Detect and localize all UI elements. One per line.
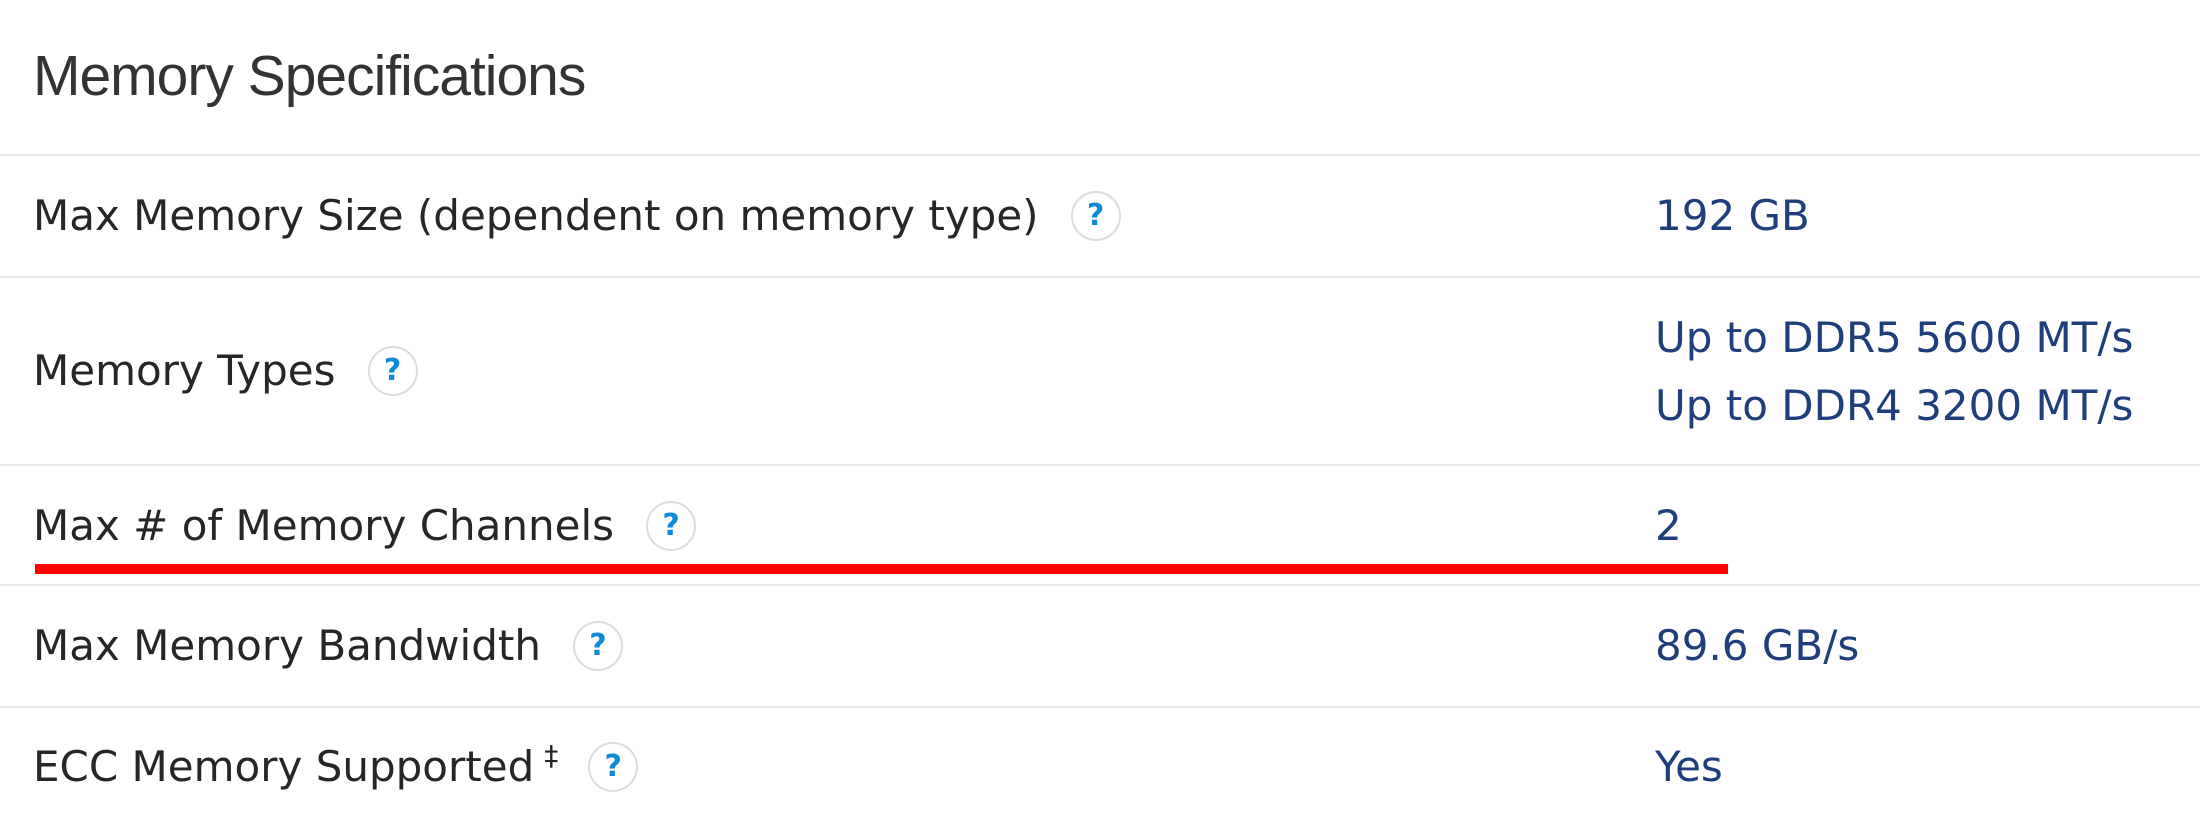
spec-value: Yes	[1655, 742, 1723, 791]
spec-value: 192 GB	[1655, 191, 1810, 240]
spec-label-group: ECC Memory Supported ‡ ?	[33, 737, 639, 797]
spec-row-max-memory-size: Max Memory Size (dependent on memory typ…	[0, 156, 2200, 276]
help-icon[interactable]: ?	[646, 501, 697, 551]
highlight-underline	[35, 564, 1728, 574]
help-icon[interactable]: ?	[572, 621, 623, 671]
spec-label-group: Max Memory Bandwidth ?	[33, 616, 623, 676]
spec-label-group: Memory Types ?	[33, 341, 418, 401]
spec-value-line-1: Up to DDR5 5600 MT/s	[1655, 313, 2134, 362]
spec-label: Max Memory Size (dependent on memory typ…	[33, 191, 1039, 240]
spec-value-line-2: Up to DDR4 3200 MT/s	[1655, 381, 2134, 430]
help-icon[interactable]: ?	[588, 742, 639, 792]
help-icon[interactable]: ?	[367, 346, 418, 396]
spec-label: Max Memory Bandwidth	[33, 621, 541, 670]
spec-value: 2	[1655, 501, 1682, 550]
spec-row-memory-types: Memory Types ? Up to DDR5 5600 MT/s Up t…	[0, 278, 2200, 464]
spec-label-group: Max # of Memory Channels ?	[33, 496, 697, 556]
spec-row-ecc-memory: ECC Memory Supported ‡ ? Yes	[0, 708, 2200, 821]
help-icon[interactable]: ?	[1070, 191, 1121, 241]
spec-label: ECC Memory Supported	[33, 742, 535, 791]
spec-value: 89.6 GB/s	[1655, 621, 1860, 670]
spec-label-group: Max Memory Size (dependent on memory typ…	[33, 186, 1121, 246]
section-title: Memory Specifications	[33, 44, 586, 108]
spec-label: Memory Types	[33, 346, 336, 395]
spec-row-max-memory-bandwidth: Max Memory Bandwidth ? 89.6 GB/s	[0, 586, 2200, 706]
spec-label: Max # of Memory Channels	[33, 501, 615, 550]
footnote-mark: ‡	[544, 738, 559, 772]
